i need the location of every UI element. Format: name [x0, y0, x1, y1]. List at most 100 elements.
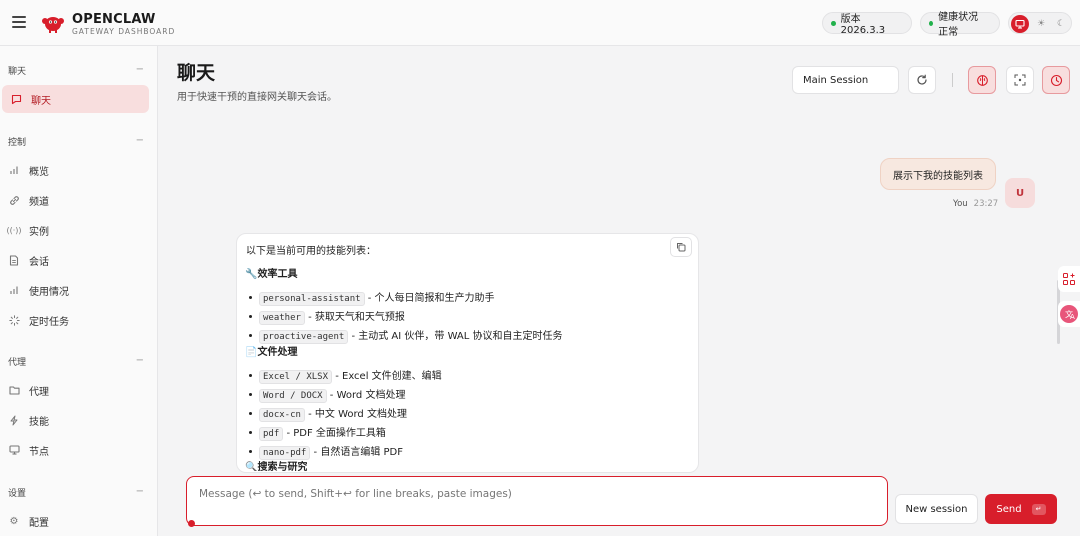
skill-code: personal-assistant [259, 292, 365, 306]
sidebar-section-agents[interactable]: 代理 − [8, 355, 144, 368]
sidebar-item-sessions[interactable]: 会话 [0, 246, 149, 274]
sidebar-item-overview[interactable]: 概览 [0, 156, 149, 184]
chat-bubble-icon [10, 93, 22, 105]
sun-icon[interactable]: ☀ [1032, 15, 1050, 33]
skill-code: weather [259, 311, 305, 325]
resize-handle[interactable] [188, 520, 195, 527]
sidebar-section-control[interactable]: 控制 − [8, 135, 144, 148]
sidebar-section-label: 设置 [8, 489, 27, 499]
sidebar-item-usage[interactable]: 使用情况 [0, 276, 149, 304]
sidebar-item-agents[interactable]: 代理 [0, 376, 149, 404]
bullet-icon [249, 374, 252, 377]
monitor-icon[interactable] [1011, 15, 1029, 33]
bullet-icon [249, 315, 252, 318]
svg-text:A: A [1070, 313, 1075, 321]
sidebar-item-label: 概览 [29, 166, 49, 178]
sidebar-section-chat[interactable]: 聊天 − [8, 64, 144, 77]
sidebar-item-config[interactable]: ⚙ 配置 [0, 507, 149, 535]
wrench-icon: 🔧 [245, 269, 258, 280]
search-icon: 🔍 [245, 462, 258, 471]
folder-icon [8, 384, 20, 396]
collapse-icon[interactable]: − [136, 64, 144, 77]
sidebar-section-label: 聊天 [8, 67, 27, 77]
sidebar-item-label: 使用情况 [29, 286, 69, 298]
skill-code: Word / DOCX [259, 389, 327, 403]
list-item: Excel / XLSX - Excel 文件创建、编辑 [259, 367, 442, 384]
moon-icon[interactable]: ☾ [1052, 15, 1070, 33]
health-badge: 健康状况 正常 [920, 12, 1000, 38]
list-item: personal-assistant - 个人每日简报和生产力助手 [259, 289, 495, 306]
focus-icon [1014, 74, 1026, 86]
sidebar-item-label: 技能 [29, 416, 49, 428]
message-composer[interactable] [186, 476, 888, 526]
bullet-icon [249, 450, 252, 453]
sidebar-item-label: 定时任务 [29, 316, 69, 328]
skill-code: Excel / XLSX [259, 370, 333, 384]
collapse-icon[interactable]: − [136, 135, 144, 148]
sidebar-item-label: 配置 [29, 517, 49, 529]
logo-icon [42, 17, 64, 33]
sidebar-item-instances[interactable]: ((·)) 实例 [0, 216, 149, 244]
list-item: Word / DOCX - Word 文档处理 [259, 386, 405, 403]
enter-key-icon: ↵ [1031, 503, 1046, 515]
bullet-icon [249, 412, 252, 415]
grid-plus-icon [1063, 273, 1075, 285]
health-label: 健康状况 正常 [938, 12, 979, 38]
status-dot-icon [831, 20, 836, 26]
top-bar: OPENCLAW GATEWAY DASHBOARD 版本 2026.3.3 健… [0, 0, 1080, 46]
clock-icon [1050, 74, 1062, 86]
sidebar-item-channels[interactable]: 频道 [0, 186, 149, 214]
sidebar-item-cron[interactable]: 定时任务 [0, 306, 149, 334]
skill-code: proactive-agent [259, 330, 349, 344]
translate-button[interactable]: 文A [1058, 301, 1080, 327]
refresh-button[interactable] [908, 66, 936, 94]
sidebar-item-label: 频道 [29, 196, 49, 208]
user-message-bubble: 展示下我的技能列表 [880, 158, 996, 190]
collapse-icon[interactable]: − [136, 486, 144, 499]
sidebar-section-settings[interactable]: 设置 − [8, 486, 144, 499]
history-button[interactable] [1042, 66, 1070, 94]
sidebar-item-label: 节点 [29, 446, 49, 458]
new-session-button[interactable]: New session [895, 494, 978, 524]
apps-button[interactable] [1058, 266, 1080, 292]
copy-button[interactable] [670, 237, 692, 257]
send-button[interactable]: Send ↵ [985, 494, 1057, 524]
copy-icon [677, 243, 686, 252]
sidebar-item-skills[interactable]: 技能 [0, 406, 149, 434]
thinking-toggle-button[interactable] [968, 66, 996, 94]
sidebar-item-nodes[interactable]: 节点 [0, 436, 149, 464]
bullet-icon [249, 334, 252, 337]
brand-subtitle: GATEWAY DASHBOARD [72, 27, 176, 36]
sidebar-item-label: 实例 [29, 226, 49, 238]
bullet-icon [249, 296, 252, 299]
collapse-icon[interactable]: − [136, 355, 144, 368]
focus-mode-button[interactable] [1006, 66, 1034, 94]
translate-icon: 文A [1060, 305, 1078, 323]
send-label: Send [996, 503, 1022, 515]
sidebar-section-label: 代理 [8, 358, 27, 368]
sidebar-item-label: 代理 [29, 386, 49, 398]
menu-icon[interactable] [12, 16, 26, 28]
radio-waves-icon: ((·)) [6, 225, 22, 235]
message-input[interactable] [199, 488, 869, 500]
bar-chart-icon [8, 164, 20, 176]
sidebar-section-label: 控制 [8, 138, 27, 148]
list-item: docx-cn - 中文 Word 文档处理 [259, 405, 407, 422]
message-meta: You 23:27 [953, 199, 998, 209]
list-item: pdf - PDF 全面操作工具箱 [259, 424, 386, 441]
sender-name: You [953, 199, 968, 209]
brain-icon [976, 74, 988, 86]
brand-title: OPENCLAW [72, 12, 156, 27]
skill-code: pdf [259, 427, 284, 441]
section-heading: 🔧效率工具 [245, 269, 298, 280]
section-heading: 🔍搜索与研究 [245, 462, 308, 471]
message-time: 23:27 [973, 199, 999, 209]
bullet-icon [249, 393, 252, 396]
skill-code: docx-cn [259, 408, 305, 422]
bolt-icon [8, 414, 20, 426]
page-title: 聊天 [177, 62, 216, 84]
sidebar-item-chat[interactable]: 聊天 [2, 85, 149, 113]
assistant-intro: 以下是当前可用的技能列表： [246, 246, 376, 257]
session-select[interactable]: Main Session [792, 66, 899, 94]
status-dot-icon [929, 20, 934, 26]
